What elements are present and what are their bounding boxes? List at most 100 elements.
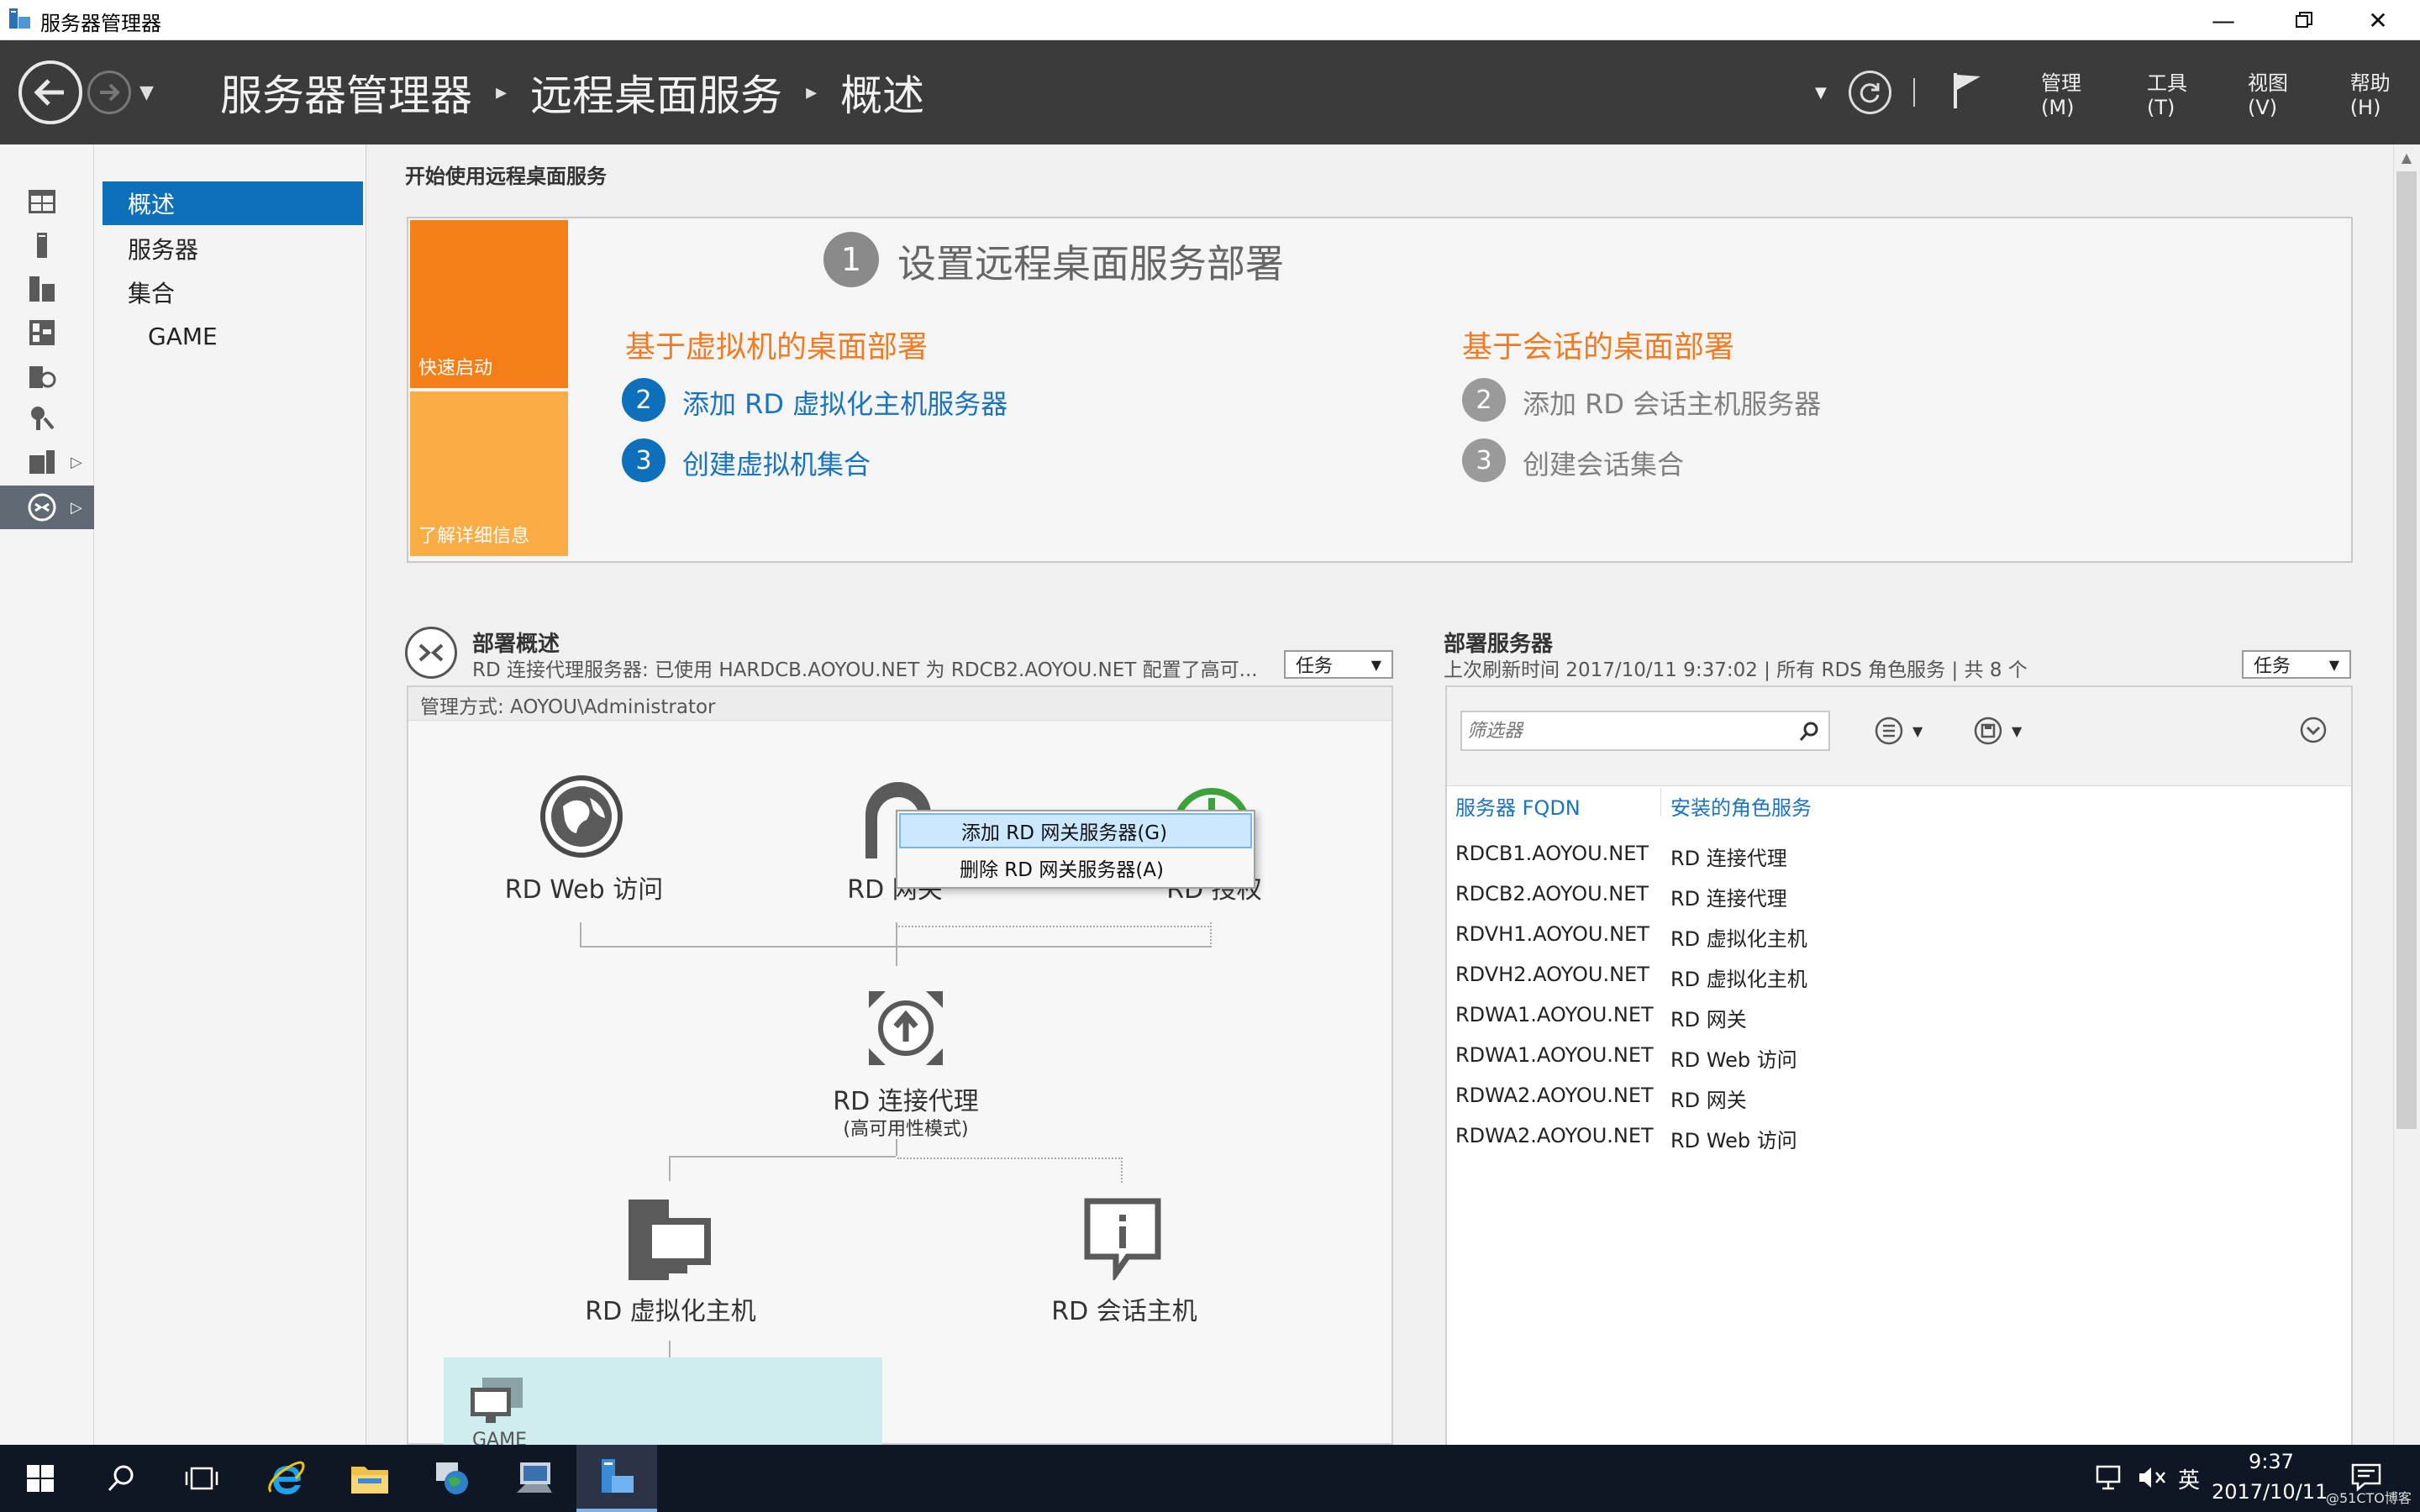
menu-view[interactable]: 视图(V) <box>2248 66 2317 119</box>
scroll-up-arrow-icon[interactable]: ▲ <box>2396 150 2417 168</box>
roles-tools-icon[interactable] <box>25 402 59 435</box>
search-button[interactable] <box>81 1445 161 1512</box>
server-group-icon[interactable] <box>25 445 59 479</box>
menu-manage[interactable]: 管理(M) <box>2041 66 2113 119</box>
server-role-cell: RD 虚拟化主机 <box>1670 927 1807 951</box>
flag-icon <box>1954 73 1981 108</box>
volume-muted-icon[interactable] <box>2136 1463 2170 1495</box>
create-session-collection-link[interactable]: 创建会话集合 <box>1523 444 1684 482</box>
local-server-icon[interactable] <box>25 228 59 262</box>
connector-line <box>669 1341 671 1357</box>
learn-more-tile[interactable]: 了解详细信息 <box>410 391 568 556</box>
internet-explorer-button[interactable] <box>245 1445 326 1512</box>
server-role-cell: RD 连接代理 <box>1670 887 1787 911</box>
network-globe-icon <box>436 1462 468 1494</box>
restore-button[interactable] <box>2264 0 2344 40</box>
manage-by-label: 管理方式: AOYOU\Administrator <box>420 696 716 718</box>
server-fqdn-cell: RDVH2.AOYOU.NET <box>1455 963 1649 986</box>
breadcrumb-item-rds[interactable]: 远程桌面服务 <box>530 62 782 123</box>
list-options-icon <box>1875 717 1903 745</box>
subnav-item-collections[interactable]: 集合 <box>103 270 363 314</box>
action-center-icon[interactable] <box>2349 1462 2383 1495</box>
add-virtualization-host-link[interactable]: 添加 RD 虚拟化主机服务器 <box>682 383 1007 422</box>
rd-connection-broker-icon[interactable] <box>865 988 946 1072</box>
quick-start-tile[interactable]: 快速启动 <box>410 220 568 388</box>
remote-desktop-services-icon[interactable] <box>25 491 59 524</box>
clock-time[interactable]: 9:37 <box>2217 1450 2326 1473</box>
create-vm-collection-link[interactable]: 创建虚拟机集合 <box>682 444 871 482</box>
servers-tasks-button[interactable]: 任务 ▼ <box>2242 650 2351 679</box>
overview-tasks-button[interactable]: 任务 ▼ <box>1284 650 1393 679</box>
tasks-label: 任务 <box>2254 656 2291 677</box>
table-row[interactable]: RDWA2.AOYOU.NET RD 网关 <box>1455 1075 2346 1116</box>
start-button[interactable] <box>0 1445 81 1512</box>
server-fqdn-cell: RDCB2.AOYOU.NET <box>1455 882 1649 906</box>
forward-button[interactable] <box>87 71 131 114</box>
expand-arrow-icon[interactable]: ▷ <box>71 491 87 524</box>
breadcrumb-item-server-manager[interactable]: 服务器管理器 <box>220 62 472 123</box>
rd-virtualization-host-icon[interactable] <box>627 1198 714 1285</box>
expand-arrow-icon[interactable]: ▷ <box>71 445 87 479</box>
iis-icon[interactable] <box>25 360 59 393</box>
minimize-button[interactable]: — <box>2183 0 2264 40</box>
menu-tools[interactable]: 工具(T) <box>2147 66 2214 119</box>
vm-step-2-badge: 2 <box>622 378 666 422</box>
subnav-item-overview[interactable]: 概述 <box>103 181 363 225</box>
rd-session-host-label: RD 会话主机 <box>1051 1297 1197 1326</box>
dashboard-icon[interactable] <box>25 185 59 218</box>
table-row[interactable]: RDWA1.AOYOU.NET RD Web 访问 <box>1455 1035 2346 1075</box>
table-row[interactable]: RDWA1.AOYOU.NET RD 网关 <box>1455 995 2346 1035</box>
remote-desktop-button[interactable] <box>494 1445 575 1512</box>
filter-box[interactable] <box>1460 711 1830 751</box>
search-icon[interactable] <box>1798 721 1820 743</box>
save-icon <box>1974 717 2002 745</box>
scrollbar-thumb[interactable] <box>2396 171 2417 1129</box>
clock-date[interactable]: 2017/10/11 <box>2212 1480 2328 1504</box>
table-row[interactable]: RDCB1.AOYOU.NET RD 连接代理 <box>1455 833 2346 874</box>
vm-step-3-badge: 3 <box>622 438 666 482</box>
task-view-button[interactable] <box>161 1445 242 1512</box>
ime-indicator[interactable]: 英 <box>2178 1463 2200 1494</box>
file-explorer-button[interactable] <box>329 1445 410 1512</box>
close-button[interactable]: ✕ <box>2338 0 2418 40</box>
refresh-button[interactable] <box>1848 71 1892 114</box>
all-servers-icon[interactable] <box>25 272 59 306</box>
server-fqdn-cell: RDWA1.AOYOU.NET <box>1455 1043 1654 1067</box>
file-storage-icon[interactable] <box>25 316 59 349</box>
menu-help[interactable]: 帮助(H) <box>2350 66 2420 119</box>
remove-rd-gateway-menu-item[interactable]: 删除 RD 网关服务器(A) <box>899 850 1252 885</box>
filter-input[interactable] <box>1467 716 1786 746</box>
connector-dotted-line <box>897 1158 1123 1159</box>
list-options-button[interactable]: ▼ <box>1874 716 1923 746</box>
collection-game-tile[interactable]: GAME <box>444 1357 882 1451</box>
table-row[interactable]: RDWA2.AOYOU.NET RD Web 访问 <box>1455 1116 2346 1156</box>
notifications-flag-button[interactable] <box>1952 71 1982 113</box>
network-manager-button[interactable] <box>412 1445 492 1512</box>
column-header-fqdn[interactable]: 服务器 FQDN <box>1455 791 1581 821</box>
virtual-desktop-collection-icon <box>471 1378 523 1423</box>
arrow-right-icon <box>100 83 120 102</box>
rd-session-host-icon[interactable] <box>1082 1196 1163 1284</box>
collapse-panel-button[interactable] <box>2299 716 2328 748</box>
table-row[interactable]: RDCB2.AOYOU.NET RD 连接代理 <box>1455 874 2346 914</box>
rd-web-access-icon[interactable] <box>538 773 625 864</box>
step-1-badge: 1 <box>823 232 879 287</box>
history-dropdown-button[interactable]: ▼ <box>139 82 160 103</box>
add-rd-gateway-menu-item[interactable]: 添加 RD 网关服务器(G) <box>899 813 1252 848</box>
server-manager-taskbar-button[interactable] <box>576 1445 657 1512</box>
refresh-dropdown-caret-icon[interactable]: ▼ <box>1815 84 1827 102</box>
rd-web-access-label: RD Web 访问 <box>504 875 664 905</box>
table-row[interactable]: RDVH2.AOYOU.NET RD 虚拟化主机 <box>1455 954 2346 995</box>
gateway-context-menu: 添加 RD 网关服务器(G) 删除 RD 网关服务器(A) <box>896 810 1255 889</box>
caret-down-icon: ▼ <box>2012 722 2023 739</box>
add-session-host-link[interactable]: 添加 RD 会话主机服务器 <box>1523 383 1821 422</box>
remote-desktop-icon <box>517 1462 552 1493</box>
table-row[interactable]: RDVH1.AOYOU.NET RD 虚拟化主机 <box>1455 914 2346 954</box>
column-header-roles[interactable]: 安装的角色服务 <box>1670 791 1812 821</box>
subnav-item-servers[interactable]: 服务器 <box>103 227 363 270</box>
subnav-item-game[interactable]: GAME <box>123 314 383 358</box>
save-query-button[interactable]: ▼ <box>1973 716 2022 746</box>
minimize-icon: — <box>2212 6 2235 34</box>
network-tray-icon[interactable] <box>2094 1463 2124 1495</box>
back-button[interactable] <box>18 60 82 124</box>
